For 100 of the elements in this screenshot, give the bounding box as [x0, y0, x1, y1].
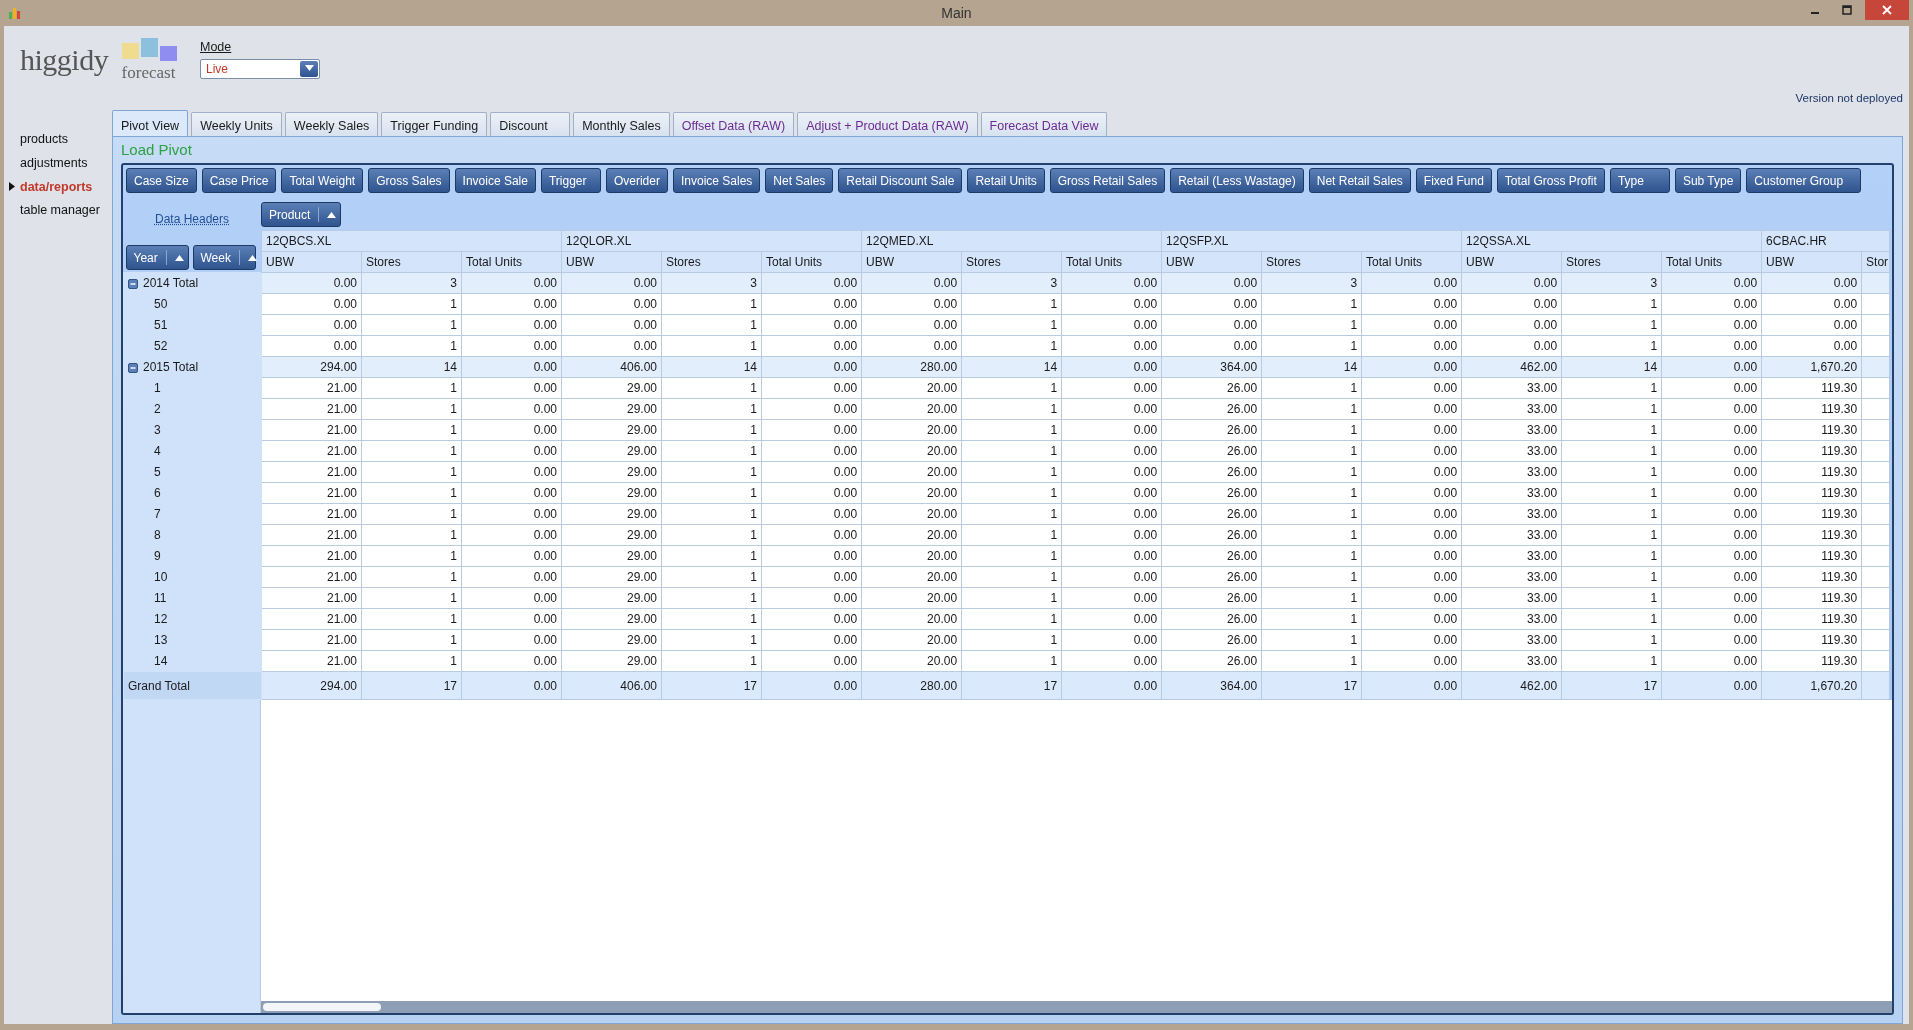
table-cell: 0.00: [1061, 671, 1162, 700]
logo-subtitle: forecast: [121, 64, 176, 81]
collapse-icon[interactable]: [128, 363, 138, 373]
field-button[interactable]: Customer Group: [1746, 168, 1862, 193]
maximize-icon: [1842, 5, 1852, 15]
field-button[interactable]: Total Weight: [281, 168, 364, 193]
close-button[interactable]: [1865, 0, 1909, 20]
tab[interactable]: Pivot View: [112, 110, 189, 136]
field-button[interactable]: Type: [1609, 168, 1670, 193]
field-button[interactable]: Retail Discount Sale: [838, 168, 963, 193]
scrollbar-thumb[interactable]: [263, 1003, 381, 1011]
sort-up-icon: [327, 211, 337, 218]
tab[interactable]: Trigger Funding: [381, 112, 488, 136]
column-header: UBW: [261, 251, 362, 273]
field-button[interactable]: Week: [192, 245, 256, 270]
field-button[interactable]: Net Sales: [765, 168, 834, 193]
field-button[interactable]: Gross Retail Sales: [1049, 168, 1166, 193]
table-cell: 462.00: [1461, 671, 1562, 700]
table-cell: 17: [1561, 671, 1662, 700]
sort-up-icon: [174, 254, 184, 261]
field-button[interactable]: Overider: [605, 168, 668, 193]
row-header: 11: [123, 587, 262, 609]
field-button[interactable]: Invoice Sales: [672, 168, 761, 193]
mode-dropdown[interactable]: Live: [200, 58, 320, 79]
row-header: 2: [123, 398, 262, 420]
field-button[interactable]: Retail Units: [967, 168, 1045, 193]
tab[interactable]: Adjust + Product Data (RAW): [797, 112, 978, 136]
collapse-icon[interactable]: [128, 279, 138, 289]
row-header: 5: [123, 461, 262, 483]
tab[interactable]: Weekly Sales: [284, 112, 379, 136]
field-button[interactable]: Year: [125, 245, 189, 270]
sidebar-item[interactable]: data/reports: [4, 175, 112, 200]
field-button[interactable]: Invoice Sale: [454, 168, 536, 193]
product-header: 12QBCS.XL: [261, 230, 562, 252]
tab[interactable]: Weekly Units: [191, 112, 282, 136]
field-button[interactable]: Retail (Less Wastage): [1170, 168, 1304, 193]
logo-squares-icon: [121, 38, 178, 64]
table-cell: 17: [361, 671, 462, 700]
row-header: 1: [123, 377, 262, 399]
row-header: 3: [123, 419, 262, 441]
field-button[interactable]: Case Price: [201, 168, 277, 193]
product-header: 12QSSA.XL: [1461, 230, 1762, 252]
field-button[interactable]: Total Gross Profit: [1496, 168, 1605, 193]
app-icon: [8, 6, 22, 20]
row-header: 51: [123, 314, 262, 336]
row-header[interactable]: 2015 Total: [123, 356, 262, 378]
row-header: 4: [123, 440, 262, 462]
table-cell: 17: [661, 671, 762, 700]
row-header: 14: [123, 650, 262, 672]
table-cell: 0.00: [1661, 671, 1762, 700]
tab[interactable]: Monthly Sales: [573, 112, 670, 136]
tab[interactable]: Forecast Data View: [980, 112, 1108, 136]
mode-label: Mode: [200, 39, 233, 56]
close-icon: [1882, 5, 1892, 15]
field-button[interactable]: Gross Sales: [368, 168, 450, 193]
tab[interactable]: Offset Data (RAW): [672, 112, 795, 136]
table-cell: 1,670.20: [1761, 671, 1862, 700]
table-cell: 0.00: [761, 671, 862, 700]
window-title: Main: [940, 3, 973, 23]
table-cell: 406.00: [561, 671, 662, 700]
row-header: Grand Total: [123, 671, 262, 700]
minimize-icon: [1811, 12, 1819, 14]
table-cell: 0.00: [461, 671, 562, 700]
field-button[interactable]: Net Retail Sales: [1308, 168, 1411, 193]
data-headers-link[interactable]: Data Headers: [123, 210, 261, 230]
horizontal-scrollbar[interactable]: [261, 1001, 1892, 1013]
row-header: 12: [123, 608, 262, 630]
row-header: 10: [123, 566, 262, 588]
row-header: 52: [123, 335, 262, 357]
row-header: 50: [123, 293, 262, 315]
dropdown-arrow-icon: [304, 65, 314, 73]
row-header: 8: [123, 524, 262, 546]
product-header: 12QSFP.XL: [1161, 230, 1462, 252]
table-cell: 280.00: [861, 671, 962, 700]
field-button[interactable]: Trigger: [540, 168, 601, 193]
sidebar-item[interactable]: products: [4, 128, 112, 152]
field-button[interactable]: Case Size: [126, 168, 197, 193]
selection-arrow-icon: [9, 181, 15, 191]
panel-title: Load Pivot: [121, 141, 193, 159]
table-cell: 17: [1261, 671, 1362, 700]
field-button[interactable]: Sub Type: [1674, 168, 1742, 193]
table-cell: 17: [961, 671, 1062, 700]
product-header: 12QMED.XL: [861, 230, 1162, 252]
tab[interactable]: Discount: [490, 112, 571, 136]
field-button[interactable]: Product: [261, 202, 341, 227]
row-header: 6: [123, 482, 262, 504]
table-cell: 0.00: [1361, 671, 1462, 700]
table-cell: 364.00: [1161, 671, 1262, 700]
field-button[interactable]: Fixed Fund: [1415, 168, 1492, 193]
sidebar-item[interactable]: adjustments: [4, 151, 112, 176]
product-header: 12QLOR.XL: [561, 230, 862, 252]
row-header: 13: [123, 629, 262, 651]
row-header[interactable]: 2014 Total: [123, 272, 262, 294]
product-header: 6CBAC.HR: [1761, 230, 1890, 252]
sort-up-icon: [247, 254, 257, 261]
sidebar-item[interactable]: table manager: [4, 199, 112, 223]
row-header: 7: [123, 503, 262, 525]
version-status: Version not deployed: [1795, 91, 1903, 106]
logo-wordmark: higgidy: [20, 44, 110, 75]
table-cell: 294.00: [261, 671, 362, 700]
